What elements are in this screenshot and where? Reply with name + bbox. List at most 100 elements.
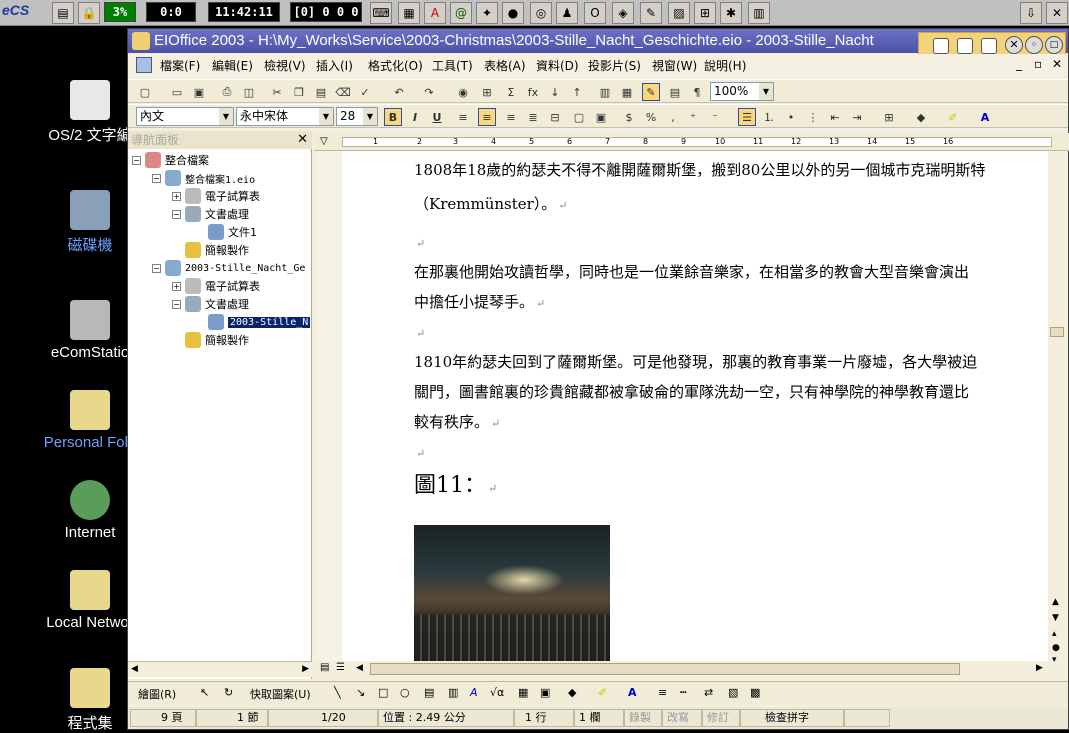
align-right-icon[interactable]: ≡ (502, 108, 520, 126)
nav-close-icon[interactable]: ✕ (297, 131, 308, 149)
books-icon[interactable]: ▤ (52, 2, 74, 24)
new-icon[interactable]: ▢ (136, 83, 154, 101)
justify-icon[interactable]: ≣ (524, 108, 542, 126)
ruler[interactable]: ▽ 1 2 3 4 5 6 7 8 9 10 11 12 13 14 15 16 (314, 133, 1069, 151)
app-icon[interactable] (132, 32, 150, 50)
pages-icon[interactable]: ▦ (398, 2, 420, 24)
arrow-style-icon[interactable]: ⇄ (704, 686, 713, 699)
tree-item[interactable]: − 整合檔案1.eio (152, 169, 255, 187)
print-icon[interactable]: ⎙ (218, 83, 236, 101)
outdent-icon[interactable]: ⇤ (826, 108, 844, 126)
bold-button[interactable]: B (384, 108, 402, 126)
menu-data[interactable]: 資料(D) (536, 57, 579, 74)
menu-table[interactable]: 表格(A) (484, 57, 526, 74)
spider-icon[interactable]: ✱ (720, 2, 742, 24)
sort-asc-icon[interactable]: ↓ (546, 83, 564, 101)
menu-window[interactable]: 視窗(W) (652, 57, 697, 74)
copy-icon[interactable]: ❐ (290, 83, 308, 101)
doc-minimize-icon[interactable]: _ (1016, 57, 1022, 71)
tree-item[interactable]: −2003-Stille_Nacht_Ge (152, 259, 305, 277)
menu-view[interactable]: 檢視(V) (264, 57, 306, 74)
line-spacing-icon[interactable]: ☰ (738, 108, 756, 126)
indent-icon[interactable]: ⇥ (848, 108, 866, 126)
brush-icon[interactable]: ⌫ (334, 83, 352, 101)
line-style-icon[interactable]: ≡ (658, 686, 667, 699)
clipart-icon[interactable]: ▦ (518, 686, 528, 699)
tree-item[interactable]: + 電子試算表 (172, 277, 260, 295)
font-color-icon[interactable]: A (976, 108, 994, 126)
check-icon[interactable]: ✓ (356, 83, 374, 101)
collapse-icon[interactable]: − (132, 155, 141, 165)
cd-icon[interactable]: ◎ (530, 2, 552, 24)
align-left-icon[interactable]: ≡ (454, 108, 472, 126)
fill-color-icon[interactable]: ◆ (912, 108, 930, 126)
collapse-icon[interactable]: − (172, 209, 181, 219)
maximize-button[interactable]: □ (1045, 36, 1063, 54)
status-ovr[interactable]: 改寫 (662, 709, 702, 727)
line-color-icon[interactable]: ✐ (598, 686, 607, 699)
folder-icon[interactable]: ▥ (748, 2, 770, 24)
window-icon[interactable] (957, 38, 973, 54)
menu-help[interactable]: 說明(H) (704, 57, 746, 74)
tree-item[interactable]: + 電子試算表 (172, 187, 260, 205)
paste-icon[interactable]: ▤ (312, 83, 330, 101)
user-icon[interactable]: ♟ (556, 2, 578, 24)
open-icon[interactable]: ▭ (168, 83, 186, 101)
puzzle-icon[interactable]: ✦ (476, 2, 498, 24)
percent-icon[interactable]: % (642, 108, 660, 126)
palette-icon[interactable]: ● (502, 2, 524, 24)
multilevel-icon[interactable]: ⋮ (804, 108, 822, 126)
align-center-icon[interactable]: ≡ (478, 108, 496, 126)
draw-menu[interactable]: 繪圖(R) (138, 686, 176, 702)
rotate-icon[interactable]: ↻ (224, 686, 233, 699)
bullets-icon[interactable]: • (782, 108, 800, 126)
sort-desc-icon[interactable]: ↑ (568, 83, 586, 101)
photo-salzburg-night[interactable] (414, 525, 610, 661)
font-color-icon[interactable]: A (628, 686, 637, 699)
tab-stop-icon[interactable]: ▽ (320, 136, 328, 147)
doc-icon[interactable] (136, 57, 152, 73)
pilcrow-icon[interactable]: ¶ (688, 83, 706, 101)
shadow-icon[interactable]: ▧ (728, 686, 738, 699)
line-icon[interactable]: ╲ (334, 686, 341, 699)
menu-slides[interactable]: 投影片(S) (588, 57, 641, 74)
minimize-button[interactable]: ◦ (1025, 36, 1043, 54)
restore-icon[interactable] (933, 38, 949, 54)
grid-icon[interactable]: ⊞ (694, 2, 716, 24)
numbering-icon[interactable]: ⒈ (760, 108, 778, 126)
tree-item[interactable]: − 文書處理 (172, 295, 249, 313)
doc-close-icon[interactable]: ✕ (1052, 57, 1062, 71)
frame-icon[interactable]: ▣ (592, 108, 610, 126)
tools-icon[interactable]: ✎ (640, 2, 662, 24)
menu-file[interactable]: 檔案(F) (160, 57, 200, 74)
italic-button[interactable]: I (406, 108, 424, 126)
acrobat-icon[interactable]: A (424, 2, 446, 24)
decimal-inc-icon[interactable]: ⁺ (684, 108, 702, 126)
document-area[interactable]: 1808年18歲的約瑟夫不得不離開薩爾斯堡，搬到80公里以外的另一個城市克瑞明斯… (314, 151, 1048, 661)
tree-item[interactable]: 文件1 (208, 223, 257, 241)
fill-icon[interactable]: ◆ (568, 686, 576, 699)
photo-icon[interactable]: ▦ (618, 83, 636, 101)
dash-style-icon[interactable]: ┅ (680, 686, 687, 699)
scroll-left-icon[interactable]: ◀ (356, 663, 363, 673)
expand-icon[interactable]: + (172, 191, 181, 201)
ecs-logo[interactable]: eCS (2, 2, 46, 24)
sum-icon[interactable]: Σ (502, 83, 520, 101)
save-icon[interactable]: ▣ (190, 83, 208, 101)
autoshape-menu[interactable]: 快取圖案(U) (250, 686, 311, 702)
comma-icon[interactable]: , (664, 108, 682, 126)
chart-icon[interactable]: ▥ (596, 83, 614, 101)
underline-button[interactable]: U (428, 108, 446, 126)
undo-icon[interactable]: ↶ (390, 83, 408, 101)
wordart-icon[interactable]: A (470, 686, 478, 699)
keyboard-icon[interactable]: ⌨ (370, 2, 392, 24)
box-icon[interactable]: ▢ (570, 108, 588, 126)
normal-view-icon[interactable]: ▤ (320, 662, 329, 673)
chart-icon[interactable]: ▨ (668, 2, 690, 24)
redo-icon[interactable]: ↷ (420, 83, 438, 101)
border-icon[interactable]: ⊞ (880, 108, 898, 126)
tree-item[interactable]: 簡報製作 (185, 331, 249, 349)
status-rec[interactable]: 錄製 (624, 709, 662, 727)
scroll-down-icon[interactable]: ▼ (1052, 613, 1059, 623)
tree-item[interactable]: 簡報製作 (185, 241, 249, 259)
